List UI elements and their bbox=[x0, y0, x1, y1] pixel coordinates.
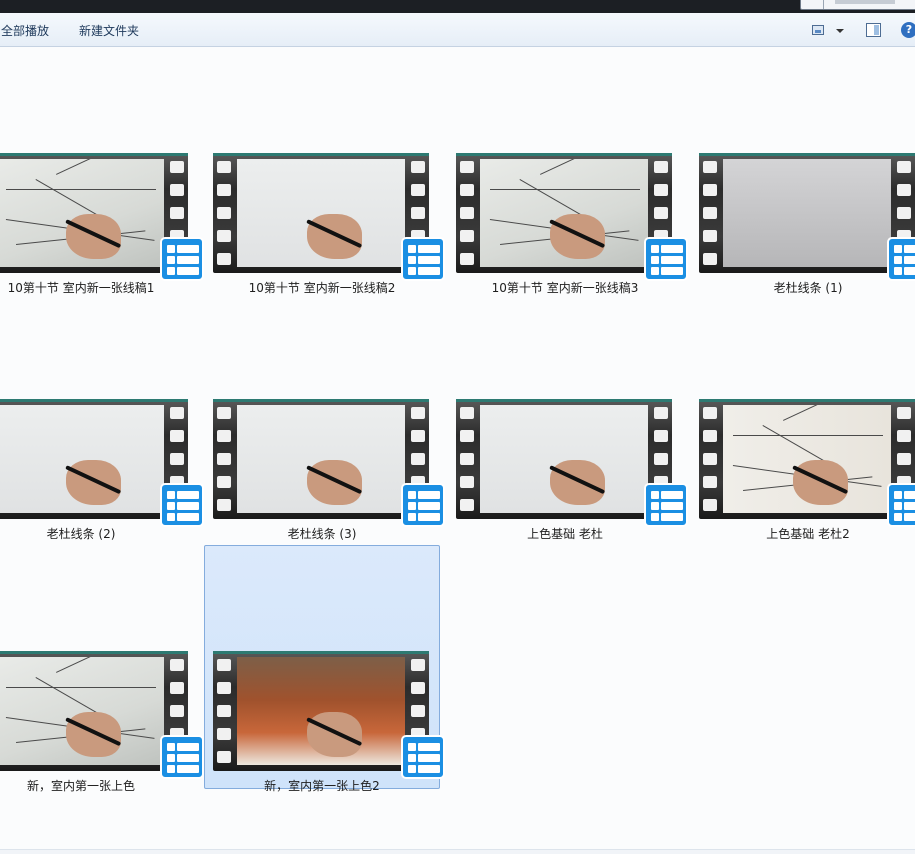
file-name-label: 老杜线条 (3) bbox=[287, 527, 357, 541]
film-strip-frame bbox=[456, 153, 672, 273]
sketch-line bbox=[56, 159, 129, 175]
hand-illustration bbox=[66, 712, 121, 757]
video-file-icon bbox=[401, 735, 445, 779]
sketch-line bbox=[490, 189, 640, 190]
hand-illustration bbox=[793, 460, 848, 505]
hand-illustration bbox=[66, 214, 121, 259]
video-file-item[interactable]: 老杜线条 (1) bbox=[690, 47, 915, 295]
film-sprocket-holes bbox=[701, 402, 719, 516]
sketch-line bbox=[56, 657, 129, 673]
video-thumbnail bbox=[456, 399, 688, 527]
film-sprocket-holes bbox=[701, 156, 719, 270]
sketch-line bbox=[783, 405, 856, 421]
new-folder-button[interactable]: 新建文件夹 bbox=[79, 22, 139, 39]
sketch-line bbox=[540, 159, 613, 175]
chevron-down-icon bbox=[836, 29, 844, 33]
file-name-label: 新，室内第一张上色2 bbox=[264, 779, 380, 793]
hand-illustration bbox=[307, 460, 362, 505]
film-strip-frame bbox=[699, 153, 915, 273]
video-file-item[interactable]: 新，室内第一张上色2 bbox=[204, 545, 445, 793]
help-icon[interactable]: ? bbox=[901, 22, 915, 38]
video-file-item[interactable]: 新，室内第一张上色 bbox=[0, 545, 204, 793]
window-top-strip bbox=[0, 0, 915, 13]
file-name-label: 新，室内第一张上色 bbox=[26, 779, 135, 793]
video-thumbnail bbox=[213, 651, 445, 779]
video-file-icon bbox=[401, 237, 445, 281]
video-file-item[interactable]: 10第十节 室内新一张线稿2 bbox=[204, 47, 445, 295]
film-strip-frame bbox=[213, 153, 429, 273]
view-options-icon bbox=[812, 25, 824, 35]
video-file-icon bbox=[401, 483, 445, 527]
sketch-line bbox=[6, 189, 156, 190]
hand-illustration bbox=[307, 214, 362, 259]
film-sprocket-holes bbox=[215, 402, 233, 516]
video-file-icon bbox=[160, 483, 204, 527]
film-sprocket-holes bbox=[458, 402, 476, 516]
video-frame-preview bbox=[480, 405, 648, 513]
video-frame-preview bbox=[723, 159, 891, 267]
video-thumbnail bbox=[0, 651, 204, 779]
video-file-icon bbox=[644, 483, 688, 527]
address-segment bbox=[835, 0, 895, 4]
video-frame-preview bbox=[237, 657, 405, 765]
film-sprocket-holes bbox=[215, 654, 233, 768]
video-file-icon bbox=[887, 483, 915, 527]
video-file-item[interactable]: 老杜线条 (3) bbox=[204, 293, 445, 541]
hand-illustration bbox=[307, 712, 362, 757]
hand-illustration bbox=[550, 460, 605, 505]
sketch-line bbox=[733, 435, 883, 436]
video-thumbnail bbox=[213, 153, 445, 281]
status-divider bbox=[0, 849, 915, 854]
command-bar: 全部播放 新建文件夹 ? bbox=[0, 13, 915, 47]
video-thumbnail bbox=[0, 399, 204, 527]
play-all-button[interactable]: 全部播放 bbox=[1, 22, 49, 39]
video-frame-preview bbox=[0, 657, 164, 765]
video-file-item[interactable]: 上色基础 老杜 bbox=[447, 293, 688, 541]
change-view-button[interactable] bbox=[812, 23, 846, 39]
video-frame-preview bbox=[480, 159, 648, 267]
film-strip-frame bbox=[213, 399, 429, 519]
video-file-item[interactable]: 上色基础 老杜2 bbox=[690, 293, 915, 541]
video-frame-preview bbox=[0, 159, 164, 267]
film-strip-frame bbox=[699, 399, 915, 519]
video-frame-preview bbox=[237, 159, 405, 267]
video-frame-preview bbox=[237, 405, 405, 513]
video-thumbnail bbox=[213, 399, 445, 527]
file-name-label: 上色基础 老杜2 bbox=[766, 527, 850, 541]
video-thumbnail bbox=[0, 153, 204, 281]
video-thumbnail bbox=[456, 153, 688, 281]
video-file-item[interactable]: 10第十节 室内新一张线稿1 bbox=[0, 47, 204, 295]
address-bar-fragment[interactable] bbox=[800, 0, 915, 10]
video-file-icon bbox=[644, 237, 688, 281]
hand-illustration bbox=[66, 460, 121, 505]
video-file-icon bbox=[160, 237, 204, 281]
address-dropdown[interactable] bbox=[801, 0, 824, 9]
file-name-label: 上色基础 老杜 bbox=[527, 527, 603, 541]
hand-illustration bbox=[550, 214, 605, 259]
sketch-line bbox=[6, 687, 156, 688]
film-strip-frame bbox=[213, 651, 429, 771]
video-frame-preview bbox=[723, 405, 891, 513]
video-file-icon bbox=[887, 237, 915, 281]
video-thumbnail bbox=[699, 153, 915, 281]
file-name-label: 老杜线条 (2) bbox=[46, 527, 116, 541]
film-sprocket-holes bbox=[458, 156, 476, 270]
video-file-icon bbox=[160, 735, 204, 779]
film-strip-frame bbox=[456, 399, 672, 519]
video-file-item[interactable]: 老杜线条 (2) bbox=[0, 293, 204, 541]
video-frame-preview bbox=[0, 405, 164, 513]
film-sprocket-holes bbox=[215, 156, 233, 270]
video-file-item[interactable]: 10第十节 室内新一张线稿3 bbox=[447, 47, 688, 295]
preview-pane-icon[interactable] bbox=[866, 23, 881, 37]
video-thumbnail bbox=[699, 399, 915, 527]
